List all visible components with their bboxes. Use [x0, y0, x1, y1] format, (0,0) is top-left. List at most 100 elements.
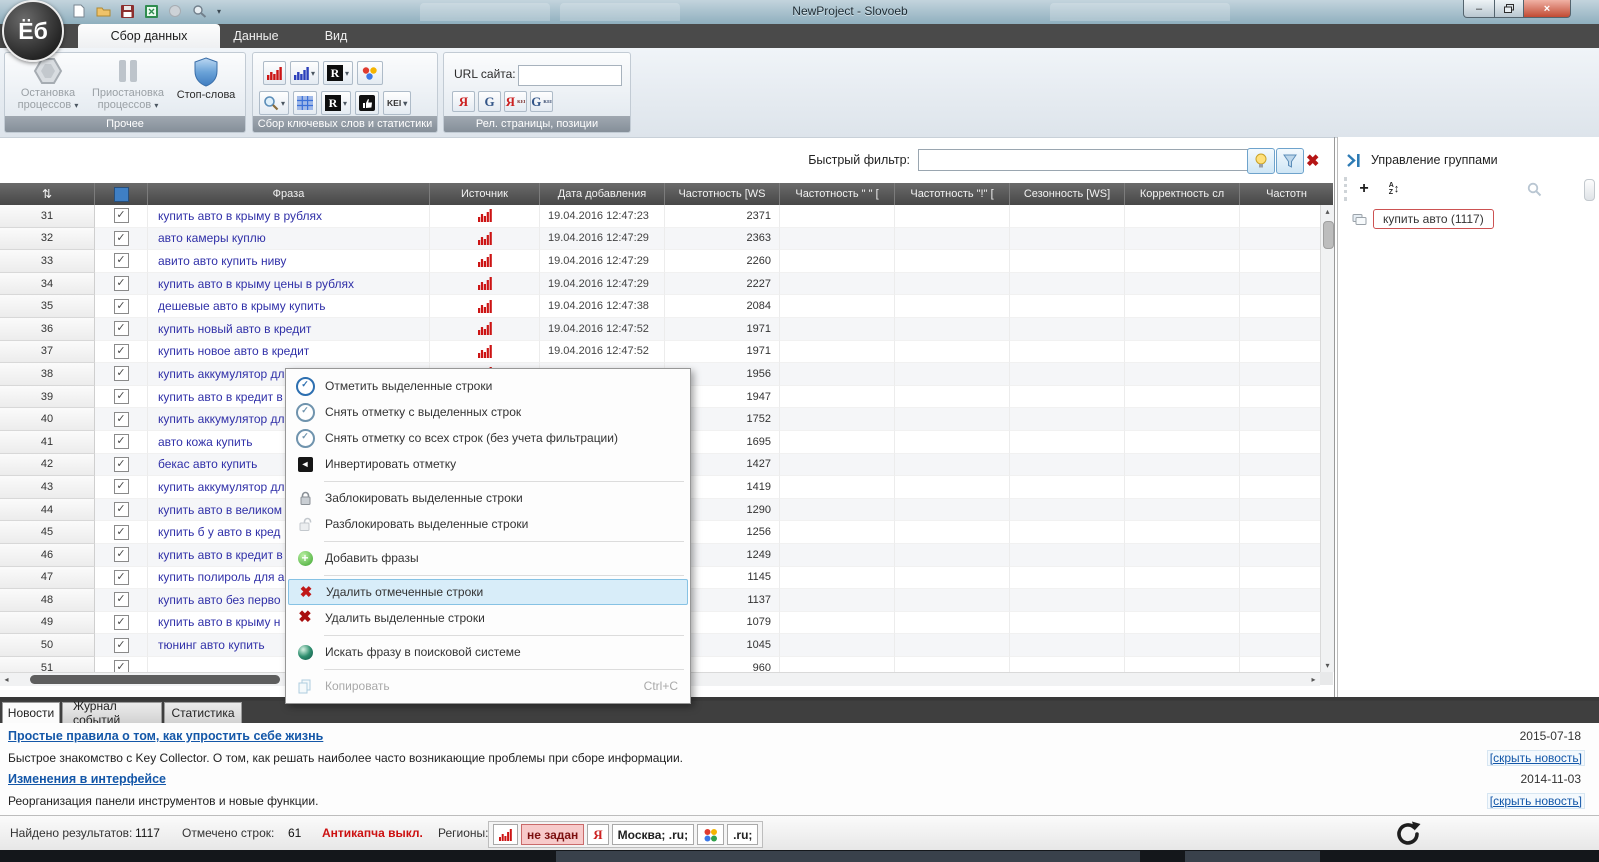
row-number[interactable]: 31 [0, 205, 95, 228]
header-date[interactable]: Дата добавления [540, 183, 665, 205]
row-number[interactable]: 40 [0, 408, 95, 431]
news-title-link[interactable]: Простые правила о том, как упростить себ… [8, 729, 323, 743]
row-checkbox-cell[interactable]: ✓ [95, 499, 148, 522]
menu-item-delete-marked[interactable]: ✖ Удалить отмеченные строки [288, 579, 688, 605]
yandex-kei-button[interactable]: Яᴋᴇɪ [504, 91, 527, 112]
group-tree-item[interactable]: купить авто (1117) [1352, 209, 1494, 229]
checkbox-checked-icon[interactable]: ✓ [114, 592, 129, 607]
menu-item-unmark-all[interactable]: ✓ Снять отметку со всех строк (без учета… [286, 425, 690, 451]
sort-groups-button[interactable]: AZ ↕ [1383, 179, 1405, 199]
row-checkbox-cell[interactable]: ✓ [95, 250, 148, 273]
checkbox-checked-icon[interactable]: ✓ [114, 457, 129, 472]
row-checkbox-cell[interactable]: ✓ [95, 634, 148, 657]
checkbox-checked-icon[interactable]: ✓ [114, 208, 129, 223]
google-region-button[interactable] [697, 824, 724, 845]
rambler-button[interactable]: R ▾ [323, 61, 353, 85]
checkbox-checked-icon[interactable]: ✓ [114, 434, 129, 449]
row-number[interactable]: 43 [0, 476, 95, 499]
row-checkbox-cell[interactable]: ✓ [95, 612, 148, 635]
checkbox-checked-icon[interactable]: ✓ [114, 276, 129, 291]
row-number[interactable]: 38 [0, 363, 95, 386]
export-excel-button[interactable] [142, 2, 160, 20]
checkbox-checked-icon[interactable]: ✓ [114, 547, 129, 562]
restore-button[interactable] [1495, 0, 1524, 18]
yandex-positions-button[interactable]: Я [452, 91, 475, 112]
row-checkbox-cell[interactable]: ✓ [95, 363, 148, 386]
zoom-tool-button[interactable] [190, 2, 208, 20]
header-row-number[interactable]: ⇅ [0, 183, 95, 205]
tab-view[interactable]: Вид [292, 24, 380, 48]
checkbox-checked-icon[interactable]: ✓ [114, 389, 129, 404]
quick-filter-input[interactable] [918, 149, 1250, 171]
row-checkbox-cell[interactable]: ✓ [95, 589, 148, 612]
menu-item-lock-selected[interactable]: Заблокировать выделенные строки [286, 485, 690, 511]
row-checkbox-cell[interactable]: ✓ [95, 454, 148, 477]
row-number[interactable]: 32 [0, 228, 95, 251]
row-number[interactable]: 41 [0, 431, 95, 454]
panel-splitter[interactable] [1334, 137, 1335, 697]
stop-words-button[interactable]: Стоп-слова [169, 57, 243, 101]
anticaptcha-status[interactable]: Антикапча выкл. [322, 826, 423, 840]
checkbox-checked-icon[interactable]: ✓ [114, 502, 129, 517]
checkbox-checked-icon[interactable]: ✓ [114, 366, 129, 381]
yandex-region-button[interactable]: Я [587, 824, 608, 845]
header-correct[interactable]: Корректность сл [1125, 183, 1240, 205]
table-row[interactable]: 36 ✓ купить новый авто в кредит 19.04.20… [0, 318, 1333, 341]
scroll-down-icon[interactable]: ▾ [1321, 659, 1334, 672]
filter-clear-button[interactable]: ✖ [1306, 151, 1319, 171]
search-tools-button[interactable]: ▾ [259, 91, 289, 115]
row-checkbox-cell[interactable]: ✓ [95, 341, 148, 364]
checkbox-checked-icon[interactable]: ✓ [114, 344, 129, 359]
phrase-cell[interactable]: купить авто в крыму цены в рублях [148, 273, 430, 296]
google-kei-button[interactable]: Gᴋᴇɪ [530, 91, 553, 112]
kei-button[interactable]: KEI ▾ [383, 91, 411, 115]
tab-event-log[interactable]: Журнал событий [62, 702, 162, 723]
header-freq-quote[interactable]: Частотность " " [ [780, 183, 895, 205]
scroll-left-icon[interactable]: ◂ [0, 673, 13, 686]
horizontal-scroll-thumb[interactable] [30, 675, 280, 684]
rambler-stats-button[interactable]: R ▾ [321, 91, 351, 115]
row-number[interactable]: 33 [0, 250, 95, 273]
row-checkbox-cell[interactable]: ✓ [95, 567, 148, 590]
checkbox-checked-icon[interactable]: ✓ [114, 525, 129, 540]
row-checkbox-cell[interactable]: ✓ [95, 205, 148, 228]
menu-item-mark-selected[interactable]: ✓ Отметить выделенные строки [286, 373, 690, 399]
header-checkbox[interactable] [95, 183, 148, 205]
header-phrase[interactable]: Фраза [148, 183, 430, 205]
tab-statistics[interactable]: Статистика [164, 702, 242, 723]
header-freq-extra[interactable]: Частотн [1240, 183, 1333, 205]
search-groups-button[interactable] [1523, 179, 1545, 199]
close-button[interactable]: × [1524, 0, 1571, 18]
checkbox-checked-icon[interactable]: ✓ [114, 299, 129, 314]
add-group-button[interactable]: + [1353, 179, 1375, 199]
row-number[interactable]: 49 [0, 612, 95, 635]
phrase-cell[interactable]: авито авто купить ниву [148, 250, 430, 273]
grid-tool-button[interactable] [293, 91, 317, 115]
checkbox-checked-icon[interactable]: ✓ [114, 412, 129, 427]
checkbox-checked-icon[interactable]: ✓ [114, 638, 129, 653]
wordstat-collect-button[interactable] [263, 61, 286, 85]
checkbox-checked-icon[interactable]: ✓ [114, 660, 129, 672]
menu-item-invert-marks[interactable]: ◄ Инвертировать отметку [286, 451, 690, 477]
row-checkbox-cell[interactable]: ✓ [95, 228, 148, 251]
scroll-right-icon[interactable]: ▸ [1307, 673, 1320, 686]
menu-item-unlock-selected[interactable]: Разблокировать выделенные строки [286, 511, 690, 537]
phrase-cell[interactable]: купить новый авто в кредит [148, 318, 430, 341]
checkbox-checked-icon[interactable]: ✓ [114, 321, 129, 336]
minimize-button[interactable]: – [1463, 0, 1495, 18]
open-project-button[interactable] [94, 2, 112, 20]
row-checkbox-cell[interactable]: ✓ [95, 431, 148, 454]
row-number[interactable]: 47 [0, 567, 95, 590]
new-project-button[interactable] [70, 2, 88, 20]
table-row[interactable]: 32 ✓ авто камеры куплю 19.04.2016 12:47:… [0, 228, 1333, 251]
vertical-scrollbar[interactable]: ▴ ▾ [1320, 205, 1334, 672]
google-region-value[interactable]: .ru; [727, 824, 758, 845]
wordstat-region-value[interactable]: не задан [521, 824, 584, 845]
row-number[interactable]: 44 [0, 499, 95, 522]
menu-item-add-phrases[interactable]: + Добавить фразы [286, 545, 690, 571]
table-row[interactable]: 37 ✓ купить новое авто в кредит 19.04.20… [0, 341, 1333, 364]
row-number[interactable]: 37 [0, 341, 95, 364]
google-positions-button[interactable]: G [478, 91, 501, 112]
stats-collect-button[interactable]: ▾ [290, 61, 319, 85]
header-freq-ws[interactable]: Частотность [WS [665, 183, 780, 205]
